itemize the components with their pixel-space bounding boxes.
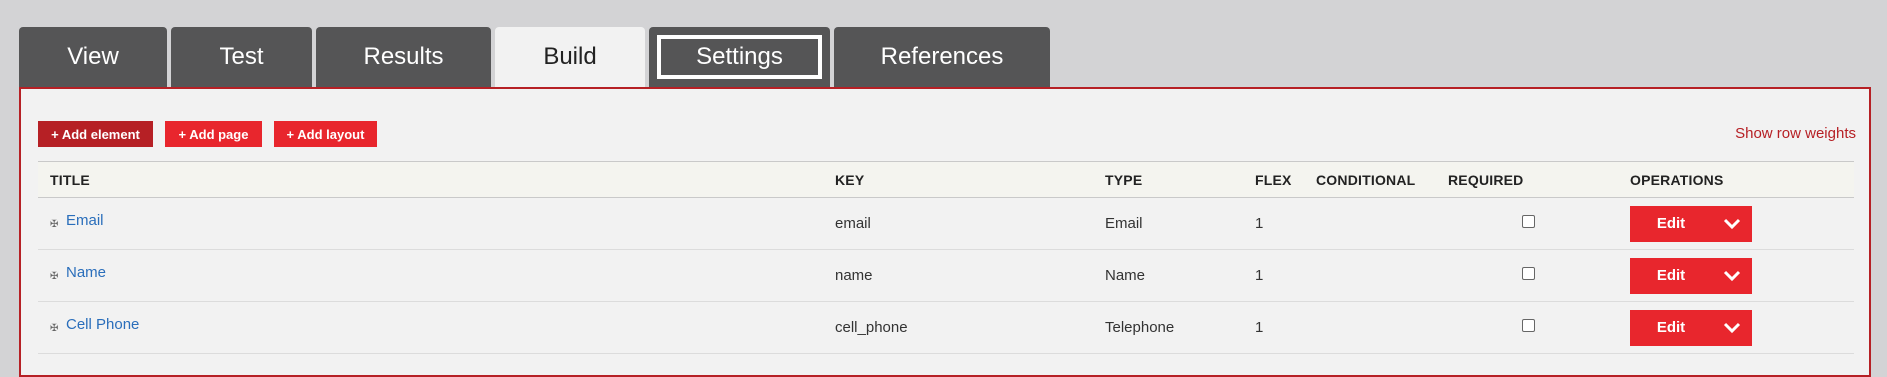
tab-settings[interactable]: Settings [649, 27, 830, 87]
drag-handle-icon[interactable]: ✠ [50, 219, 60, 230]
tab-label: Build [543, 43, 597, 70]
chevron-down-icon[interactable] [1712, 218, 1752, 230]
type-cell: Name [1105, 267, 1146, 284]
tab-label: Results [363, 43, 444, 70]
required-cell [1436, 198, 1618, 250]
add-element-button[interactable]: + Add element [38, 121, 153, 147]
tab-view[interactable]: View [19, 27, 167, 87]
key-cell: email [835, 215, 871, 232]
add-page-button[interactable]: + Add page [165, 121, 262, 147]
required-checkbox[interactable] [1522, 215, 1535, 228]
tab-references[interactable]: References [834, 27, 1050, 87]
action-bar: + Add element + Add page + Add layout [38, 121, 389, 147]
type-cell: Email [1105, 215, 1143, 232]
drag-handle-icon[interactable]: ✠ [50, 323, 60, 334]
table-row: ✠ Name name Name 1 Edit [38, 250, 1854, 302]
chevron-down-icon[interactable] [1712, 322, 1752, 334]
conditional-cell [1304, 302, 1436, 354]
table-row: ✠ Cell Phone cell_phone Telephone 1 Edit [38, 302, 1854, 354]
title-cell: ✠ Cell Phone [38, 302, 823, 354]
element-title-link[interactable]: Name [66, 264, 106, 281]
flex-cell: 1 [1255, 319, 1264, 336]
drag-handle-icon[interactable]: ✠ [50, 271, 60, 282]
tab-results[interactable]: Results [316, 27, 491, 87]
add-layout-button[interactable]: + Add layout [274, 121, 377, 147]
edit-dropbutton[interactable]: Edit [1630, 205, 1752, 242]
header-type: TYPE [1105, 171, 1143, 188]
header-operations: OPERATIONS [1630, 171, 1724, 188]
header-required: REQUIRED [1448, 171, 1524, 188]
operations-cell: Edit [1618, 198, 1854, 250]
elements-table: TITLE KEY TYPE FLEX CONDITIONAL REQUIRED… [38, 161, 1854, 354]
tab-test[interactable]: Test [171, 27, 312, 87]
flex-cell: 1 [1255, 267, 1264, 284]
tab-label: References [880, 43, 1004, 70]
header-conditional: CONDITIONAL [1316, 171, 1416, 188]
required-cell [1436, 302, 1618, 354]
key-cell: name [835, 267, 873, 284]
show-row-weights-link[interactable]: Show row weights [1735, 125, 1856, 142]
flex-cell: 1 [1255, 215, 1264, 232]
operations-cell: Edit [1618, 302, 1854, 354]
operations-cell: Edit [1618, 250, 1854, 302]
table-header-row: TITLE KEY TYPE FLEX CONDITIONAL REQUIRED… [38, 161, 1854, 198]
conditional-cell [1304, 250, 1436, 302]
edit-dropbutton[interactable]: Edit [1630, 257, 1752, 294]
build-panel: + Add element + Add page + Add layout Sh… [19, 87, 1871, 377]
element-title-link[interactable]: Cell Phone [66, 316, 139, 333]
edit-button[interactable]: Edit [1630, 215, 1712, 232]
required-checkbox[interactable] [1522, 267, 1535, 280]
table-row: ✠ Email email Email 1 Edit [38, 198, 1854, 250]
tab-label: Test [219, 43, 264, 70]
title-cell: ✠ Email [38, 198, 823, 250]
tab-label: Settings [657, 35, 822, 79]
title-cell: ✠ Name [38, 250, 823, 302]
tab-bar: View Test Results Build Settings Referen… [19, 27, 1054, 87]
element-title-link[interactable]: Email [66, 212, 104, 229]
tab-label: View [67, 43, 119, 70]
required-cell [1436, 250, 1618, 302]
header-key: KEY [835, 171, 865, 188]
type-cell: Telephone [1105, 319, 1175, 336]
tab-build[interactable]: Build [495, 27, 645, 87]
edit-dropbutton[interactable]: Edit [1630, 309, 1752, 346]
conditional-cell [1304, 198, 1436, 250]
edit-button[interactable]: Edit [1630, 267, 1712, 284]
header-title[interactable]: TITLE [38, 162, 823, 198]
chevron-down-icon[interactable] [1712, 270, 1752, 282]
header-flex: FLEX [1255, 171, 1292, 188]
key-cell: cell_phone [835, 319, 908, 336]
required-checkbox[interactable] [1522, 319, 1535, 332]
edit-button[interactable]: Edit [1630, 319, 1712, 336]
